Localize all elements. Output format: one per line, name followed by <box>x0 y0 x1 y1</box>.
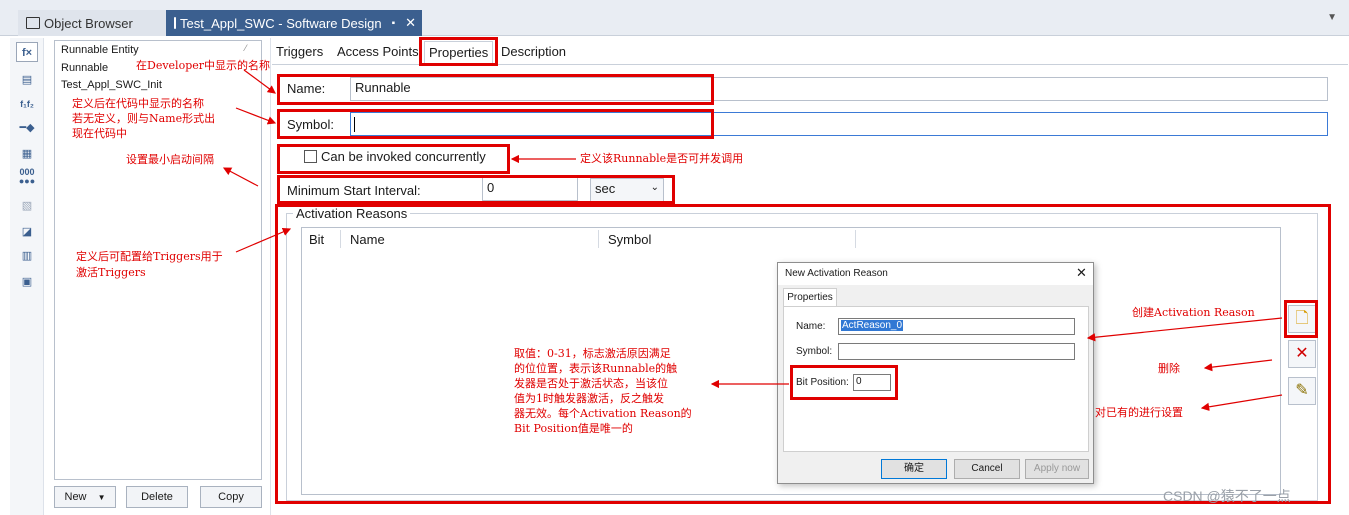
annotation-edit: 对已有的进行设置 <box>1095 406 1183 419</box>
annotation-triggers-2: 激活Triggers <box>76 266 146 279</box>
annotation-symbol-2: 若无定义，则与Name形式出 <box>72 112 216 125</box>
annotation-symbol-3: 现在代码中 <box>72 127 127 140</box>
annotation-developer-name: 在Developer中显示的名称 <box>136 59 271 72</box>
annotation-concurrent: 定义该Runnable是否可并发调用 <box>580 152 744 165</box>
arrow-symbol <box>235 107 277 125</box>
arrow-activation-reasons <box>235 227 292 253</box>
arrow-delete <box>1203 359 1273 372</box>
annotation-symbol-1: 定义后在代码中显示的名称 <box>72 97 204 110</box>
annotation-bitpos-2: 的位位置，表示该Runnable的触 <box>514 362 678 375</box>
annotation-triggers-1: 定义后可配置给Triggers用于 <box>76 250 223 263</box>
annotation-bitpos-6: Bit Position值是唯一的 <box>514 422 633 435</box>
annotation-delete: 删除 <box>1158 362 1180 375</box>
arrow-name <box>243 69 276 94</box>
annotation-bitpos-4: 值为1时触发器激活，反之触发 <box>514 392 664 405</box>
arrow-min-interval <box>222 167 259 187</box>
csdn-watermark: CSDN @猿不了一点 <box>1163 488 1291 504</box>
arrow-create <box>1086 317 1283 342</box>
arrow-edit <box>1200 394 1283 411</box>
annotation-bitpos-3: 发器是否处于激活状态，当该位 <box>514 377 668 390</box>
annotation-bitpos-5: 器无效。每个Activation Reason的 <box>514 407 692 420</box>
annotation-create: 创建Activation Reason <box>1132 306 1255 319</box>
annotation-bitpos-1: 取值：0-31，标志激活原因满足 <box>514 347 671 360</box>
annotation-min-interval: 设置最小启动间隔 <box>126 153 214 166</box>
